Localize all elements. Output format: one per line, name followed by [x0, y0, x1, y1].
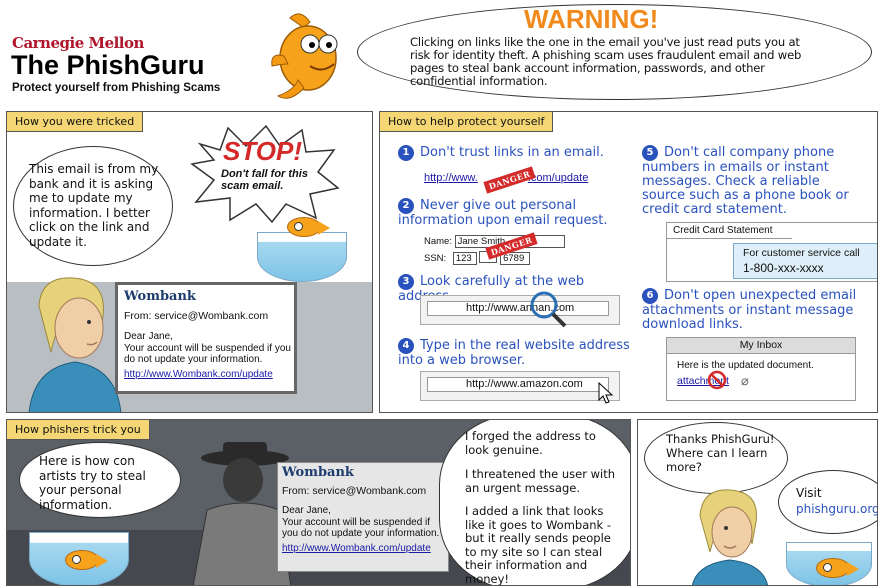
visit-text: Visit	[796, 486, 822, 500]
tip-number: 4	[398, 338, 414, 354]
cursor-icon	[598, 382, 614, 404]
cc-title: Credit Card Statement	[673, 225, 773, 236]
email-greeting: Dear Jane,	[124, 331, 173, 342]
panel-tag: How to help protect yourself	[380, 112, 554, 132]
fishbowl-icon	[257, 232, 347, 282]
email-link[interactable]: http://www.Wombank.com/update	[124, 369, 273, 380]
fish-icon	[816, 558, 859, 578]
magnifier-icon	[530, 291, 567, 328]
inbox-message: Here is the updated document.	[677, 360, 814, 371]
address-prefix: http://www.	[466, 302, 520, 314]
email-body: Your account will be suspended if you do…	[282, 517, 440, 539]
panel-learn-more: Thanks PhishGuru! Where can I learn more…	[637, 419, 878, 586]
no-entry-icon	[707, 370, 727, 390]
email-greeting: Dear Jane,	[282, 505, 331, 516]
confession-3: I added a link that looks like it goes t…	[465, 504, 612, 586]
tip-number: 2	[398, 198, 414, 214]
tip1-url-prefix: http://www.	[424, 172, 478, 184]
tip-number: 3	[398, 274, 414, 290]
credit-card-statement: Credit Card Statement For customer servi…	[666, 222, 877, 282]
danger-stamp: DANGER	[483, 166, 536, 194]
confession-1: I forged the address to look genuine.	[465, 429, 596, 457]
jane-avatar	[692, 489, 768, 585]
email-link[interactable]: http://www.Wombank.com/update	[282, 543, 431, 554]
tip-6: 6 Don't open unexpected email attachments…	[642, 288, 867, 332]
tip-2: 2 Never give out personal information upo…	[398, 198, 638, 228]
panel-how-to-protect: How to help protect yourself 1 Don't trus…	[379, 111, 878, 413]
address-input[interactable]: http://www.amazon.com	[427, 377, 609, 392]
inbox-window: My Inbox Here is the updated document. a…	[666, 337, 856, 401]
cc-line1: For customer service call	[743, 247, 860, 259]
panel-how-phishers-trick: How phishers trick you Here is how con a…	[6, 419, 631, 586]
address-input[interactable]: http://www.annan.com	[427, 301, 609, 316]
fish-icon	[287, 217, 330, 237]
email-body: Your account will be suspended if you do…	[124, 343, 291, 365]
confession-2: I threatened the user with an urgent mes…	[465, 467, 616, 495]
panel-how-you-were-tricked: How you were tricked This email is from …	[6, 111, 373, 413]
email-bank-logo: Wombank	[282, 465, 354, 480]
ssn-label: SSN:	[424, 253, 447, 264]
forged-email-card: Wombank From: service@Wombank.com Dear J…	[277, 462, 449, 572]
tip-number: 1	[398, 145, 414, 161]
phishguru-link[interactable]: phishguru.org	[796, 502, 877, 516]
tip-text: Don't trust links in an email.	[420, 145, 604, 160]
tip-text: Never give out personal information upon…	[398, 198, 608, 228]
tip-text: Don't call company phone numbers in emai…	[642, 145, 849, 217]
tip-4: 4 Type in the real website address into a…	[398, 338, 638, 368]
browser-address-bar-3: ◀|▶ http://www.annan.com	[420, 295, 620, 325]
tip1-url-suffix: .com/update	[527, 172, 589, 184]
thought-text: This email is from my bank and it is ask…	[29, 162, 159, 249]
tip-number: 5	[642, 145, 658, 161]
name-label: Name:	[424, 236, 452, 247]
email-bank-logo: Wombank	[124, 289, 196, 304]
warning-title: WARNING!	[524, 4, 659, 34]
page-title: The PhishGuru	[11, 50, 205, 80]
email-from: From: service@Wombank.com	[124, 310, 269, 322]
fish-icon	[65, 550, 108, 570]
warning-text: Clicking on links like the one in the em…	[410, 35, 802, 88]
tip-1: 1 Don't trust links in an email.	[398, 145, 628, 161]
inbox-titlebar: My Inbox	[667, 338, 855, 354]
stop-title: STOP!	[223, 136, 302, 166]
paperclip-icon: ⌀	[741, 373, 749, 388]
email-from: From: service@Wombank.com	[282, 485, 427, 497]
cc-underline	[667, 238, 792, 239]
tip-text: Don't open unexpected email attachments …	[642, 288, 857, 332]
ssn-field-a[interactable]: 123	[452, 252, 477, 265]
browser-address-bar-4: ◀|▶ http://www.amazon.com	[420, 371, 620, 401]
stop-text: Don't fall for this scam email.	[221, 168, 308, 192]
question-text: Thanks PhishGuru! Where can I learn more…	[666, 432, 775, 474]
page-subtitle: Protect yourself from Phishing Scams	[12, 82, 221, 94]
bubble-text: Here is how con artists try to steal you…	[39, 454, 146, 512]
tip-5: 5 Don't call company phone numbers in ema…	[642, 145, 867, 217]
phishguru-mascot-icon	[271, 13, 338, 99]
panel-tag: How you were tricked	[7, 112, 144, 132]
phishing-email-card: Wombank From: service@Wombank.com Dear J…	[115, 282, 297, 394]
jane-avatar	[28, 277, 122, 412]
cc-phone: 1-800-xxx-xxxx	[743, 261, 824, 275]
tip-number: 6	[642, 288, 658, 304]
tip-text: Type in the real website address into a …	[398, 338, 630, 368]
ssn-field-row: SSN: 123 6789	[424, 251, 531, 265]
panel-tag: How phishers trick you	[7, 420, 150, 440]
